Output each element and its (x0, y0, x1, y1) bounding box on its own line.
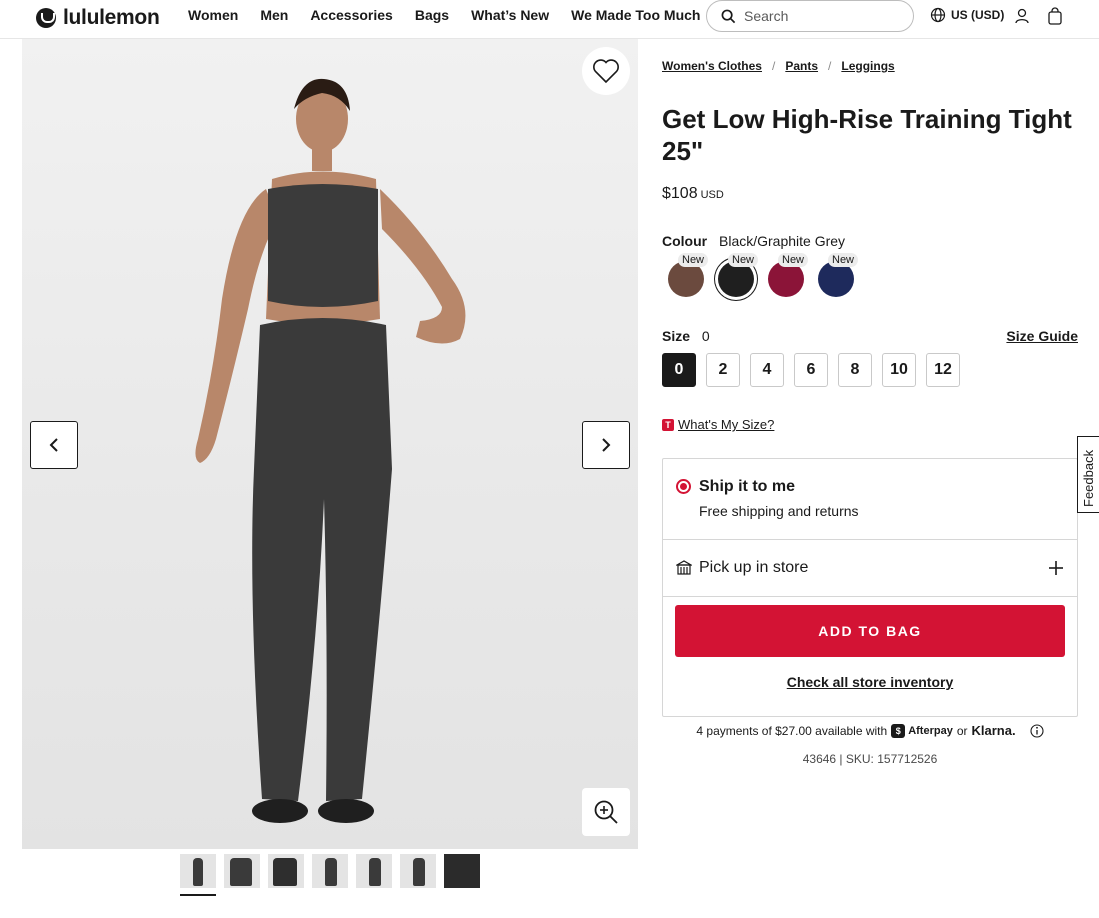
thumbnail-strip (180, 854, 480, 888)
info-icon[interactable] (1030, 723, 1044, 738)
heart-icon (593, 59, 619, 84)
store-icon (676, 560, 692, 575)
thumbnail[interactable] (312, 854, 348, 888)
plus-icon[interactable] (1048, 560, 1064, 576)
previous-image-button[interactable] (30, 421, 78, 469)
locale-label: US (USD) (951, 8, 1005, 22)
price-amount: $108 (662, 185, 698, 202)
main-nav: Women Men Accessories Bags What’s New We… (188, 7, 722, 23)
colour-swatch-red[interactable]: New (768, 253, 809, 297)
breadcrumb-leggings[interactable]: Leggings (841, 59, 894, 73)
product-sku: 43646 | SKU: 157712526 (802, 752, 938, 766)
thumbnail[interactable] (180, 854, 216, 888)
size-value: 0 (701, 328, 710, 344)
ship-radio-selected[interactable] (676, 479, 691, 494)
size-option[interactable]: 0 (662, 353, 696, 387)
thumbnail[interactable] (444, 854, 480, 888)
nav-we-made-too-much[interactable]: We Made Too Much (571, 7, 700, 23)
new-badge: New (778, 253, 809, 267)
feedback-tab[interactable]: Feedback (1077, 436, 1099, 513)
product-photo (22, 39, 638, 849)
thumbnail[interactable] (268, 854, 304, 888)
check-store-inventory-link[interactable]: Check all store inventory (663, 674, 1077, 690)
colour-swatch-black[interactable]: New (718, 253, 759, 297)
size-option[interactable]: 6 (794, 353, 828, 387)
locale-selector[interactable]: US (USD) (930, 7, 1004, 23)
lululemon-logo-icon (36, 8, 56, 28)
product-image-gallery[interactable] (22, 39, 638, 849)
add-to-bag-button[interactable]: ADD TO BAG (675, 605, 1065, 657)
true-fit-icon: T (662, 418, 674, 431)
wishlist-button[interactable] (582, 47, 630, 95)
whats-my-size-link[interactable]: T What's My Size? (662, 417, 774, 432)
shopping-bag-icon[interactable] (1047, 7, 1063, 25)
new-badge: New (728, 253, 759, 267)
zoom-button[interactable] (582, 788, 630, 836)
pickup-title: Pick up in store (699, 559, 809, 576)
colour-value: Black/Graphite Grey (719, 233, 846, 249)
search-box[interactable] (706, 0, 914, 32)
size-option[interactable]: 4 (750, 353, 784, 387)
ship-subtitle: Free shipping and returns (699, 503, 859, 519)
account-icon[interactable] (1013, 7, 1031, 25)
breadcrumb-pants[interactable]: Pants (785, 59, 818, 73)
breadcrumb-womens-clothes[interactable]: Women's Clothes (662, 59, 762, 73)
pickup-option[interactable]: Pick up in store (663, 540, 1077, 597)
whats-my-size-label: What's My Size? (678, 417, 775, 432)
new-badge: New (678, 253, 709, 267)
size-option[interactable]: 10 (882, 353, 916, 387)
nav-women[interactable]: Women (188, 7, 238, 23)
thumbnail[interactable] (400, 854, 436, 888)
nav-accessories[interactable]: Accessories (310, 7, 393, 23)
brand-name: lululemon (63, 6, 160, 29)
search-input[interactable] (744, 8, 894, 24)
thumbnail[interactable] (224, 854, 260, 888)
site-header: lululemon Women Men Accessories Bags Wha… (0, 0, 1099, 39)
chevron-right-icon (602, 438, 611, 452)
model-figure-illustration (195, 78, 466, 823)
fulfillment-box: Ship it to me Free shipping and returns … (662, 458, 1078, 717)
price-currency: USD (700, 189, 724, 201)
nav-whats-new[interactable]: What’s New (471, 7, 549, 23)
afterpay-mark-icon: $ (891, 723, 906, 738)
size-options: 0 2 4 6 8 10 12 (662, 353, 960, 387)
size-guide-link[interactable]: Size Guide (1006, 328, 1078, 344)
payment-prefix: 4 payments of $27.00 available with (696, 723, 888, 738)
product-title: Get Low High-Rise Training Tight 25" (662, 104, 1072, 166)
active-thumbnail-indicator (180, 894, 216, 896)
zoom-in-icon (594, 800, 618, 824)
size-label: Size (662, 328, 691, 344)
colour-selection: Colour Black/Graphite Grey (662, 233, 845, 249)
thumbnail[interactable] (356, 854, 392, 888)
chevron-left-icon (49, 438, 58, 452)
globe-icon (930, 7, 946, 23)
klarna-logo[interactable]: Klarna. (972, 723, 1016, 738)
size-option[interactable]: 2 (706, 353, 740, 387)
size-option[interactable]: 12 (926, 353, 960, 387)
search-icon (721, 9, 736, 23)
payment-or: or (956, 723, 968, 738)
colour-swatch-brown[interactable]: New (668, 253, 709, 297)
brand-logo[interactable]: lululemon (36, 6, 160, 30)
nav-men[interactable]: Men (260, 7, 288, 23)
breadcrumb: Women's Clothes / Pants / Leggings (662, 59, 895, 73)
colour-swatch-navy[interactable]: New (818, 253, 859, 297)
new-badge: New (828, 253, 859, 267)
colour-swatches: New New New New (668, 253, 859, 297)
ship-title: Ship it to me (699, 478, 795, 495)
size-option[interactable]: 8 (838, 353, 872, 387)
payment-options: 4 payments of $27.00 available with $ Aft… (662, 723, 1078, 738)
nav-bags[interactable]: Bags (415, 7, 449, 23)
size-selection: Size 0 Size Guide (662, 328, 1078, 344)
product-price: $108 USD (662, 185, 724, 203)
afterpay-label: Afterpay (908, 724, 953, 737)
breadcrumb-separator: / (828, 59, 832, 73)
next-image-button[interactable] (582, 421, 630, 469)
breadcrumb-separator: / (771, 59, 776, 73)
colour-label: Colour (662, 233, 708, 249)
feedback-label: Feedback (1081, 449, 1096, 507)
ship-it-option[interactable]: Ship it to me Free shipping and returns (663, 459, 1077, 540)
afterpay-logo[interactable]: $ Afterpay (891, 723, 953, 738)
